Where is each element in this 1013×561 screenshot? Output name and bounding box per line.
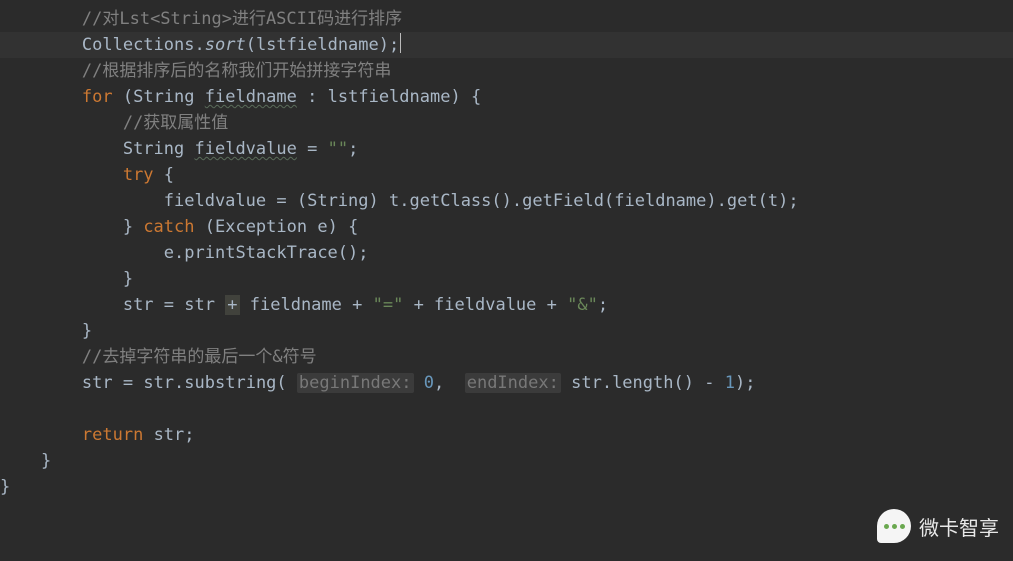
- watermark-text: 微卡智享: [919, 512, 999, 541]
- class-collections: Collections: [82, 35, 195, 55]
- comment-getvalue: //获取属性值: [123, 113, 228, 133]
- str-amp: "&": [567, 295, 598, 315]
- arg-t: t: [768, 191, 778, 211]
- obj-e: e: [164, 243, 174, 263]
- var-fieldvalue: fieldvalue: [195, 139, 297, 159]
- r-str: str: [184, 295, 215, 315]
- code-block: //对Lst<String>进行ASCII码进行排序 Collections.s…: [0, 0, 1013, 500]
- r-fieldname: fieldname: [250, 295, 342, 315]
- type-string: String: [133, 87, 194, 107]
- hint-beginindex: beginIndex:: [297, 373, 414, 393]
- r-fieldvalue: fieldvalue: [434, 295, 536, 315]
- type-string-2: String: [123, 139, 184, 159]
- obj-str-len: str: [571, 373, 602, 393]
- kw-return: return: [82, 425, 143, 445]
- var-e: e: [317, 217, 327, 237]
- call-getClass: getClass: [410, 191, 492, 211]
- var-fieldname: fieldname: [205, 87, 297, 107]
- lhs-str: str: [123, 295, 154, 315]
- kw-try: try: [123, 165, 154, 185]
- text-caret: [400, 33, 401, 53]
- kw-for: for: [82, 87, 113, 107]
- call-length: length: [612, 373, 673, 393]
- cast-string: String: [307, 191, 368, 211]
- lhs-str-2: str: [82, 373, 113, 393]
- obj-str: str: [143, 373, 174, 393]
- type-exception: Exception: [215, 217, 307, 237]
- call-getField: getField: [522, 191, 604, 211]
- arg-fieldname: fieldname: [614, 191, 706, 211]
- call-printStackTrace: printStackTrace: [184, 243, 338, 263]
- obj-t: t: [389, 191, 399, 211]
- watermark: 微卡智享: [877, 509, 999, 543]
- comment-concat: //根据排序后的名称我们开始拼接字符串: [82, 61, 391, 81]
- lhs-fieldvalue: fieldvalue: [164, 191, 266, 211]
- method-sort: sort: [205, 35, 246, 55]
- op-plus-1: +: [225, 295, 239, 315]
- comment-trim: //去掉字符串的最后一个&符号: [82, 347, 317, 367]
- code-editor[interactable]: //对Lst<String>进行ASCII码进行排序 Collections.s…: [0, 0, 1013, 561]
- comment-ascii-sort: //对Lst<String>进行ASCII码进行排序: [82, 9, 402, 29]
- empty-string: "": [328, 139, 348, 159]
- str-eq: "=": [373, 295, 404, 315]
- num-one: 1: [725, 373, 735, 393]
- num-zero: 0: [424, 373, 434, 393]
- iter-lstfieldname: lstfieldname: [328, 87, 451, 107]
- ret-str: str: [154, 425, 185, 445]
- call-get: get: [727, 191, 758, 211]
- wechat-bubble-icon: [877, 509, 911, 543]
- kw-catch: catch: [143, 217, 194, 237]
- hint-endindex: endIndex:: [465, 373, 561, 393]
- arg-lstfieldname: lstfieldname: [256, 35, 379, 55]
- call-substring: substring: [184, 373, 276, 393]
